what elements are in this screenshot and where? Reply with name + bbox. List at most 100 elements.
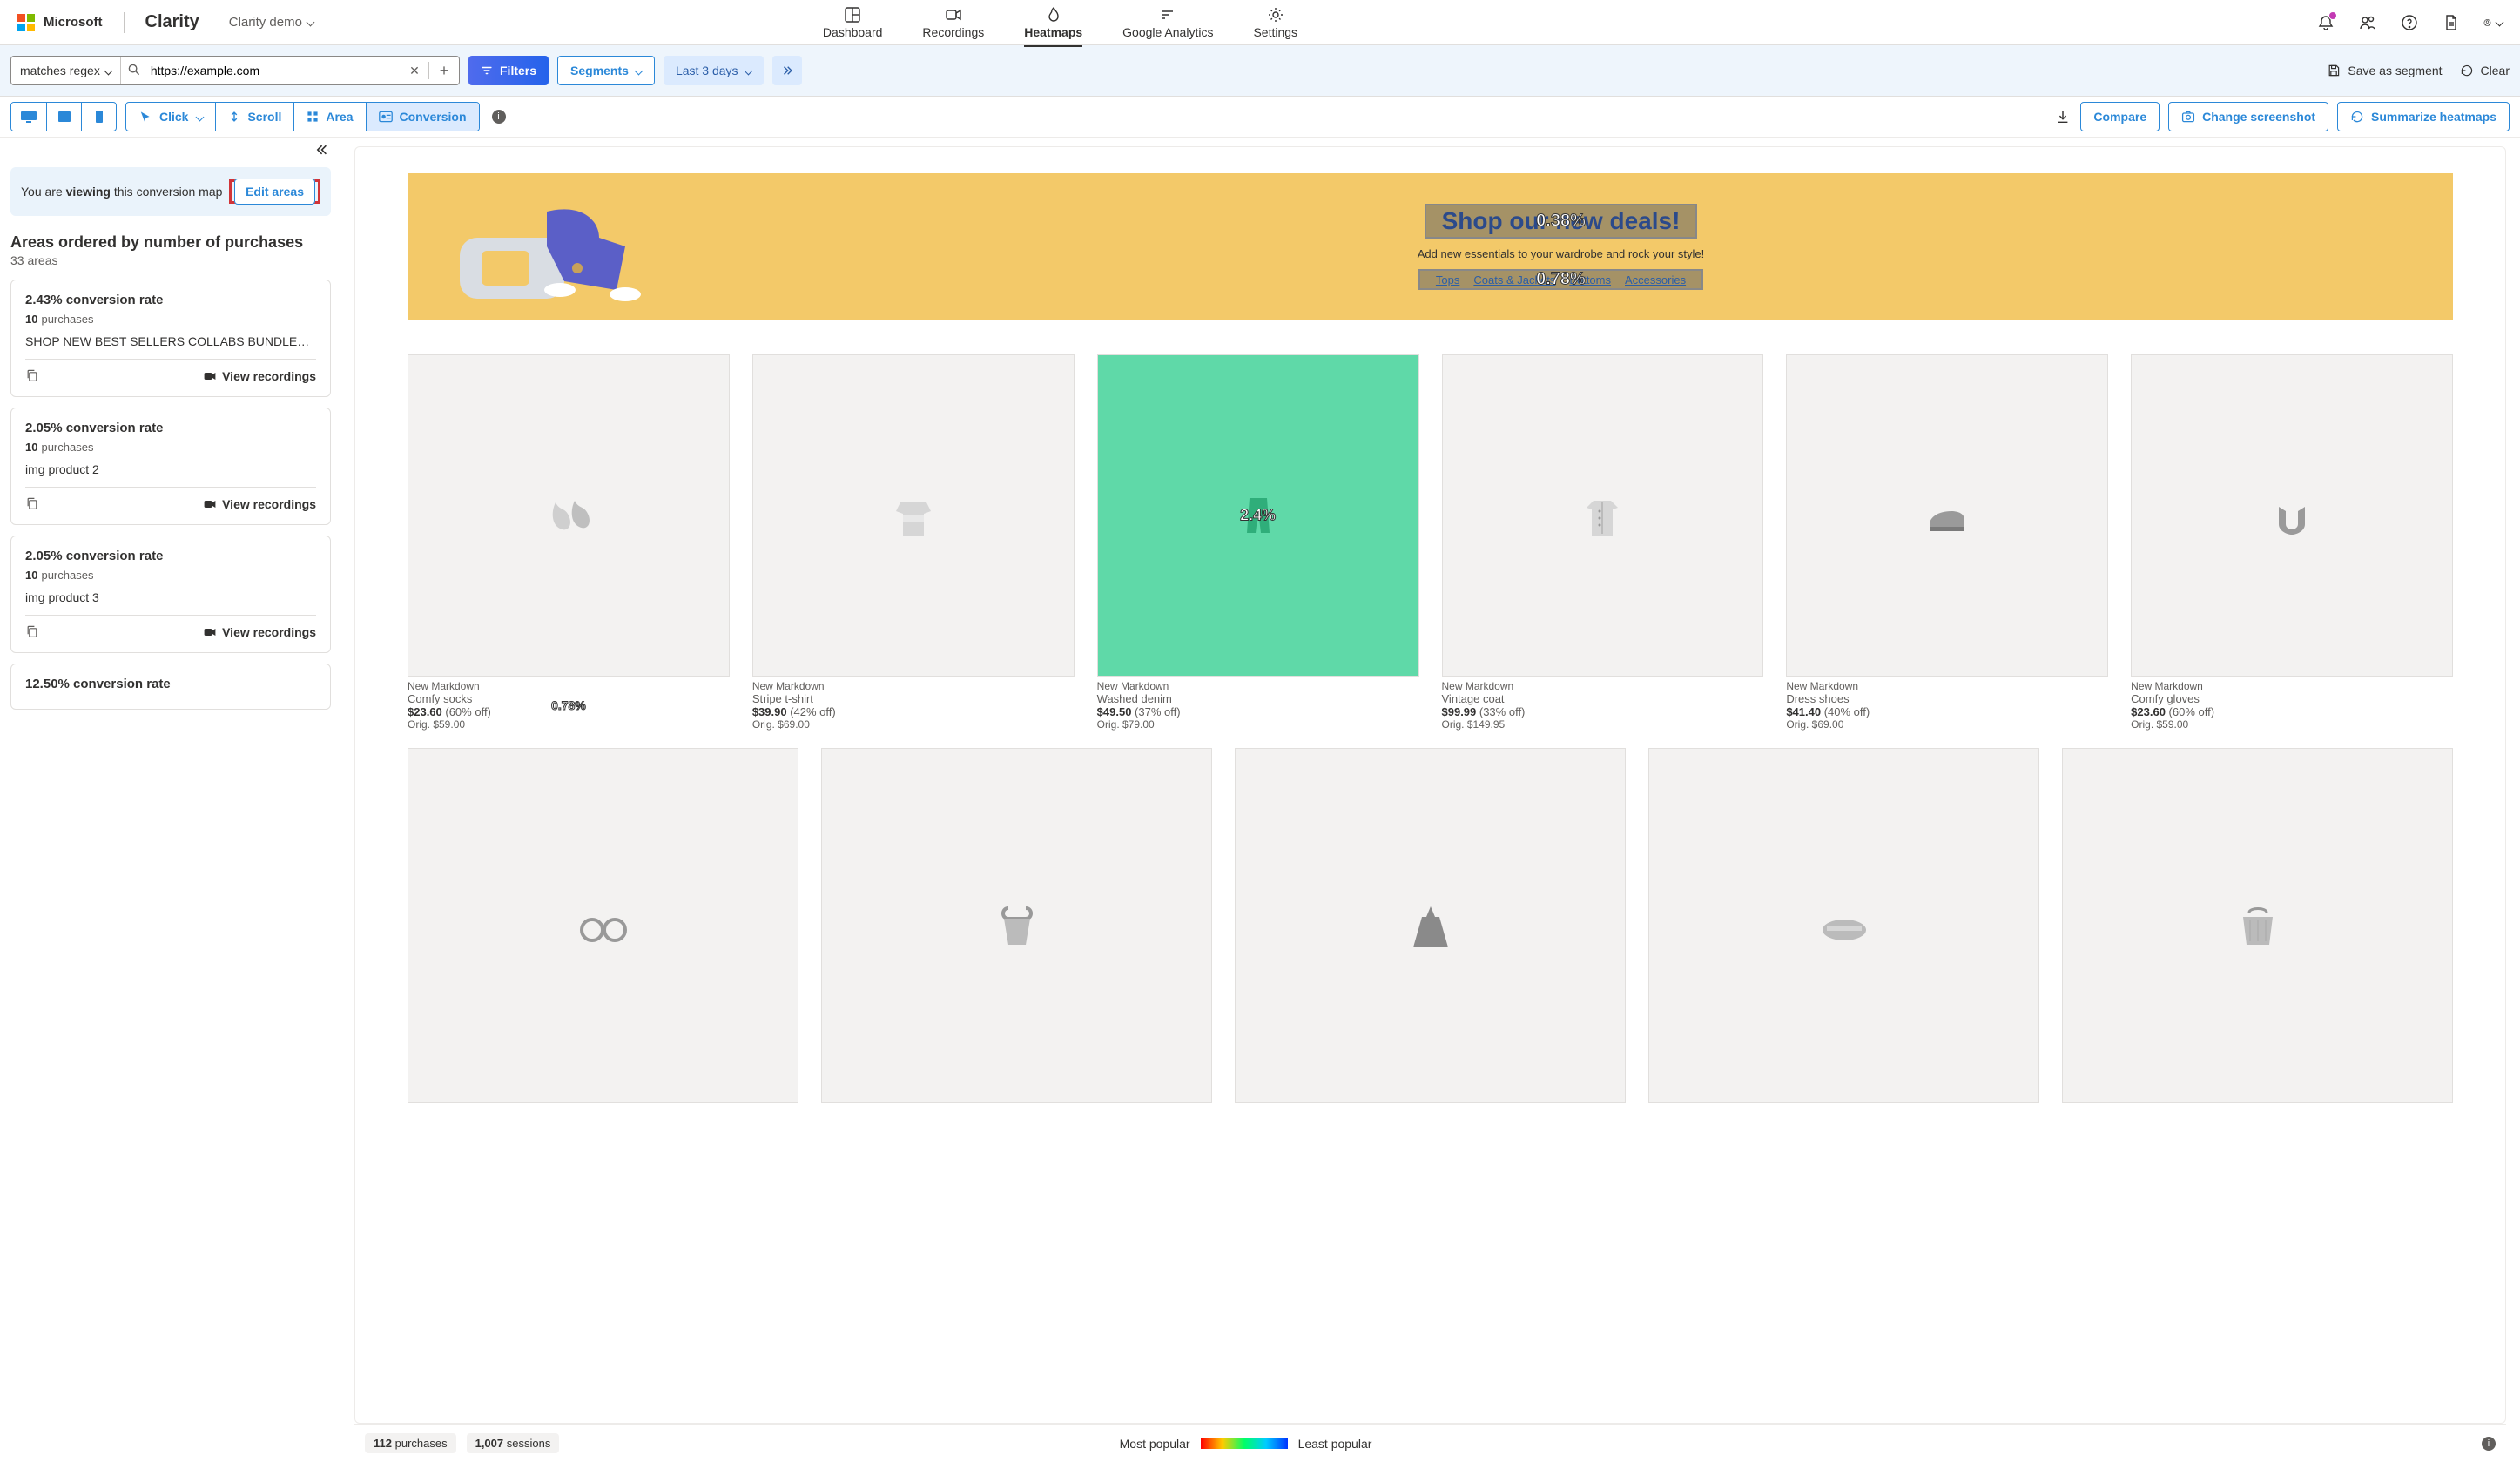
- product-image[interactable]: [408, 748, 798, 1103]
- download-icon[interactable]: [2054, 108, 2072, 125]
- product-image[interactable]: [2062, 748, 2453, 1103]
- area-purchases: 10purchases: [25, 313, 316, 326]
- edit-areas-button[interactable]: Edit areas: [234, 179, 315, 205]
- microsoft-logo-icon: [17, 14, 35, 31]
- help-icon[interactable]: [2400, 13, 2419, 32]
- url-filter: matches regex ✕ +: [10, 56, 460, 85]
- chevron-down-icon: [744, 66, 752, 75]
- collapse-sidebar-icon[interactable]: [313, 143, 327, 157]
- header-actions: [2316, 13, 2503, 32]
- info-icon[interactable]: i: [492, 110, 506, 124]
- nav-dashboard[interactable]: Dashboard: [823, 3, 883, 43]
- area-card[interactable]: 2.05% conversion rate 10purchases img pr…: [10, 536, 331, 653]
- legend-gradient: [1201, 1438, 1288, 1449]
- area-label: SHOP NEW BEST SELLERS COLLABS BUNDLES AC…: [25, 334, 316, 348]
- sidebar-title: Areas ordered by number of purchases: [10, 233, 331, 252]
- product-image: [2131, 354, 2453, 677]
- product-card[interactable]: New Markdown Stripe t-shirt $39.90 (42% …: [752, 354, 1075, 731]
- area-card[interactable]: 12.50% conversion rate: [10, 664, 331, 710]
- brand: Microsoft Clarity: [17, 12, 199, 33]
- heatmap-preview: Shop our new deals! 0.38% Add new essent…: [340, 138, 2520, 1462]
- product-card[interactable]: New Markdown Dress shoes $41.40 (40% off…: [1786, 354, 2108, 731]
- device-tablet[interactable]: [46, 103, 81, 131]
- product-image: [1786, 354, 2108, 677]
- save-segment-button[interactable]: Save as segment: [2327, 64, 2442, 77]
- copy-icon[interactable]: [25, 368, 41, 384]
- top-header: Microsoft Clarity Clarity demo Dashboard…: [0, 0, 2520, 45]
- view-recordings-link[interactable]: View recordings: [203, 497, 316, 511]
- compare-button[interactable]: Compare: [2080, 102, 2160, 131]
- viewing-text: You are viewing this conversion map: [21, 185, 222, 199]
- summarize-button[interactable]: Summarize heatmaps: [2337, 102, 2510, 131]
- product-image[interactable]: [1235, 748, 1626, 1103]
- type-scroll[interactable]: Scroll: [215, 103, 293, 131]
- hero-illustration: [442, 185, 669, 307]
- change-screenshot-button[interactable]: Change screenshot: [2168, 102, 2328, 131]
- hero-title-pct: 0.38%: [1536, 211, 1586, 231]
- clear-url-icon[interactable]: ✕: [401, 64, 428, 78]
- view-recordings-link[interactable]: View recordings: [203, 369, 316, 383]
- product-pct: 2.4%: [1240, 506, 1276, 524]
- hero-title-area[interactable]: Shop our new deals! 0.38%: [1425, 204, 1698, 239]
- search-icon: [128, 64, 142, 77]
- area-rate: 2.05% conversion rate: [25, 421, 316, 435]
- url-input[interactable]: [142, 57, 401, 84]
- product-card[interactable]: New Markdown Vintage coat $99.99 (33% of…: [1442, 354, 1764, 731]
- hero-links-pct: 0.78%: [1536, 269, 1586, 289]
- clear-filters-button[interactable]: Clear: [2460, 64, 2510, 77]
- hero-link[interactable]: Accessories: [1625, 273, 1686, 286]
- product-card[interactable]: 2.4% New Markdown Washed denim $49.50 (3…: [1097, 354, 1419, 731]
- product-info: New Markdown Comfy gloves $23.60 (60% of…: [2131, 680, 2453, 731]
- more-filters-button[interactable]: [772, 56, 802, 85]
- product-image: 2.4%: [1097, 354, 1419, 677]
- product-info: New Markdown Vintage coat $99.99 (33% of…: [1442, 680, 1764, 731]
- type-area[interactable]: Area: [293, 103, 365, 131]
- product-card[interactable]: New Markdown Comfy socks $23.60 (60% off…: [408, 354, 730, 731]
- nav-recordings[interactable]: Recordings: [922, 3, 984, 43]
- account-dropdown[interactable]: [2483, 13, 2503, 32]
- chevron-down-icon: [196, 112, 205, 121]
- dashboard-icon: [844, 6, 861, 24]
- product-card[interactable]: New Markdown Comfy gloves $23.60 (60% of…: [2131, 354, 2453, 731]
- date-range-dropdown[interactable]: Last 3 days: [664, 56, 764, 85]
- hero-subtitle: Add new essentials to your wardrobe and …: [686, 247, 2436, 260]
- product-image[interactable]: [1648, 748, 2039, 1103]
- notifications-icon[interactable]: [2316, 13, 2335, 32]
- type-conversion[interactable]: Conversion: [366, 103, 479, 131]
- area-card[interactable]: 2.05% conversion rate 10purchases img pr…: [10, 408, 331, 525]
- segments-dropdown[interactable]: Segments: [557, 56, 655, 85]
- add-url-icon[interactable]: +: [429, 62, 459, 80]
- document-icon[interactable]: [2442, 13, 2461, 32]
- footer-info-icon[interactable]: i: [2482, 1437, 2496, 1451]
- device-mobile[interactable]: [81, 103, 116, 131]
- copy-icon[interactable]: [25, 496, 41, 512]
- product-image[interactable]: [821, 748, 1212, 1103]
- nav-heatmaps[interactable]: Heatmaps: [1024, 3, 1082, 43]
- device-toggle: [10, 102, 117, 131]
- preview-viewport[interactable]: Shop our new deals! 0.38% Add new essent…: [354, 146, 2506, 1424]
- hero-links-area[interactable]: TopsCoats & JacketsBottomsAccessories 0.…: [1418, 269, 1703, 290]
- top-nav: Dashboard Recordings Heatmaps Google Ana…: [823, 3, 1297, 43]
- type-click[interactable]: Click: [126, 103, 215, 131]
- brand-separator: [124, 12, 125, 33]
- sessions-pill: 1,007 sessions: [467, 1433, 560, 1453]
- copy-icon[interactable]: [25, 624, 41, 640]
- product-image: [1442, 354, 1764, 677]
- chevron-down-icon: [307, 18, 315, 27]
- purchases-pill: 112 purchases: [365, 1433, 456, 1453]
- viewing-banner: You are viewing this conversion map Edit…: [10, 167, 331, 216]
- hero-link[interactable]: Tops: [1436, 273, 1459, 286]
- project-dropdown[interactable]: Clarity demo: [229, 15, 313, 30]
- product-label: Clarity: [145, 12, 199, 32]
- area-card[interactable]: 2.43% conversion rate 10purchases SHOP N…: [10, 280, 331, 397]
- view-recordings-link[interactable]: View recordings: [203, 625, 316, 639]
- nav-settings[interactable]: Settings: [1253, 3, 1297, 43]
- filters-button[interactable]: Filters: [468, 56, 549, 85]
- project-name: Clarity demo: [229, 15, 302, 30]
- chevron-down-icon: [2496, 18, 2504, 27]
- nav-google-analytics[interactable]: Google Analytics: [1122, 3, 1213, 43]
- analytics-icon: [1159, 6, 1176, 24]
- people-icon[interactable]: [2358, 13, 2377, 32]
- device-desktop[interactable]: [11, 103, 46, 131]
- url-mode-dropdown[interactable]: matches regex: [11, 57, 121, 84]
